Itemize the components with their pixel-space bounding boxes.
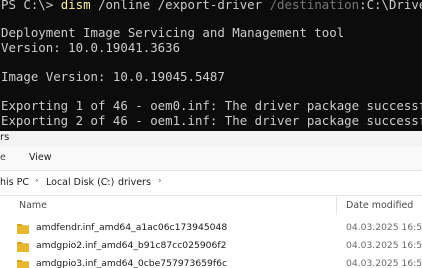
folder-icon	[17, 242, 29, 252]
folder-name: amdfendr.inf_amd64_a1ac06c173945048	[36, 222, 228, 233]
explorer-tab-strip: rs	[0, 131, 422, 147]
command-args: /online /export-driver	[90, 0, 270, 12]
column-header-name[interactable]: Name	[19, 200, 47, 211]
tab-title-fragment[interactable]: rs	[0, 132, 9, 143]
powershell-console[interactable]: PS C:\> dism /online /export-driver /des…	[0, 0, 422, 131]
folder-name: amdgpio3.inf_amd64_0cbe757973659f6c	[36, 258, 228, 268]
prompt: PS C:\>	[1, 0, 61, 12]
folder-name: amdgpio2.inf_amd64_b91c87cc025906f2	[36, 240, 227, 251]
console-output-line: Deployment Image Servicing and Managemen…	[1, 25, 345, 40]
console-output-line: Version: 10.0.19041.3636	[1, 40, 181, 55]
menu-item-partial[interactable]: e	[0, 152, 6, 163]
file-list-row[interactable]: amdgpio3.inf_amd64_0cbe757973659f6c 04.0…	[0, 255, 422, 268]
command-param: /destination	[269, 0, 360, 12]
folder-date-modified: 04.03.2025 16:54	[346, 240, 422, 251]
chevron-right-icon[interactable]: ›	[158, 176, 162, 186]
address-bar[interactable]: his PC › Local Disk (C:) › drivers ›	[0, 170, 422, 196]
column-headers: Name Date modified	[0, 195, 422, 215]
menu-item-view[interactable]: View	[29, 152, 52, 163]
breadcrumb-this-pc[interactable]: his PC	[0, 177, 29, 188]
command-name: dism	[60, 0, 91, 12]
folder-icon	[17, 224, 29, 234]
breadcrumb-drivers[interactable]: drivers	[118, 177, 151, 188]
console-output-line: Image Version: 10.0.19045.5487	[1, 69, 225, 84]
chevron-right-icon[interactable]: ›	[106, 176, 110, 186]
column-header-date-modified[interactable]: Date modified	[346, 200, 413, 211]
file-list-row[interactable]: amdgpio2.inf_amd64_b91c87cc025906f2 04.0…	[0, 237, 422, 255]
breadcrumb-local-disk[interactable]: Local Disk (C:)	[46, 177, 114, 188]
file-list-row[interactable]: amdfendr.inf_amd64_a1ac06c173945048 04.0…	[0, 219, 422, 237]
console-output-line: Exporting 2 of 46 - oem1.inf: The driver…	[1, 113, 422, 128]
explorer-menu-bar: e View	[0, 147, 422, 170]
console-output-line: Exporting 1 of 46 - oem0.inf: The driver…	[1, 98, 422, 113]
command-line: PS C:\> dism /online /export-driver /des…	[1, 0, 422, 13]
file-explorer-window: rs e View his PC › Local Disk (C:) › dri…	[0, 131, 422, 268]
folder-date-modified: 04.03.2025 16:54	[346, 258, 422, 268]
folder-date-modified: 04.03.2025 16:54	[346, 222, 422, 233]
command-args-tail: :C:\Drivers	[359, 0, 422, 12]
folder-icon	[17, 260, 29, 268]
chevron-right-icon[interactable]: ›	[35, 176, 39, 186]
column-divider[interactable]	[336, 195, 337, 215]
